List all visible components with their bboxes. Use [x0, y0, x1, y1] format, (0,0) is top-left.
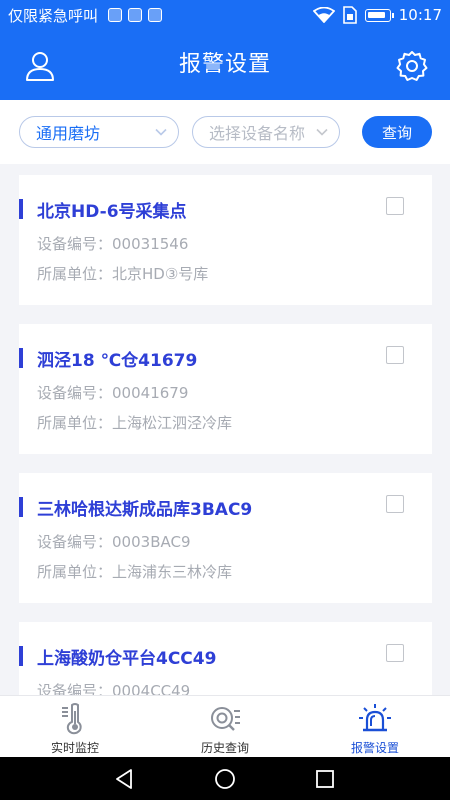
device-unit-row: 所属单位：上海浦东三林冷库: [37, 561, 232, 582]
device-unit-row: 所属单位：上海松江泗泾冷库: [37, 412, 232, 433]
status-left: 仅限紧急呼叫: [8, 5, 163, 26]
card-accent-bar: [19, 199, 23, 219]
app-notification-icon: [128, 8, 143, 22]
device-code-label: 设备编号：: [37, 235, 113, 253]
filter-bar: 通用磨坊 选择设备名称 查询: [0, 100, 450, 164]
device-unit-row: 所属单位：北京HD③号库: [37, 263, 208, 284]
device-card[interactable]: 北京HD-6号采集点 设备编号：00031546 所属单位：北京HD③号库: [19, 175, 432, 305]
device-name: 北京HD-6号采集点: [37, 202, 187, 222]
device-checkbox[interactable]: [386, 644, 404, 662]
alarm-light-icon: [359, 704, 391, 732]
app-header: 报警设置: [0, 30, 450, 100]
device-select-placeholder: 选择设备名称: [209, 124, 306, 143]
history-search-icon: [211, 707, 240, 731]
card-accent-bar: [19, 646, 23, 666]
gear-icon[interactable]: [396, 50, 428, 82]
device-name: 上海酸奶仓平台4CC49: [37, 649, 217, 669]
device-code: 00031546: [112, 235, 189, 253]
tab-label: 历史查询: [200, 741, 249, 755]
tab-label: 报警设置: [350, 741, 399, 755]
factory-select[interactable]: 通用磨坊: [19, 116, 179, 148]
device-unit: 上海松江泗泾冷库: [112, 414, 233, 432]
device-code-row: 设备编号：0004CC49: [37, 680, 190, 695]
device-card[interactable]: 泗泾18 ℃仓41679 设备编号：00041679 所属单位：上海松江泗泾冷库: [19, 324, 432, 454]
device-unit-label: 所属单位：: [37, 265, 113, 283]
bottom-tab-bar: 实时监控 历史查询 报警设置: [0, 695, 450, 757]
system-nav-bar: [0, 757, 450, 800]
card-accent-bar: [19, 348, 23, 368]
card-accent-bar: [19, 497, 23, 517]
device-unit-label: 所属单位：: [37, 563, 113, 581]
tab-label: 实时监控: [50, 741, 99, 755]
wifi-icon: [312, 7, 335, 23]
device-card[interactable]: 三林哈根达斯成品库3BAC9 设备编号：0003BAC9 所属单位：上海浦东三林…: [19, 473, 432, 603]
device-code: 0004CC49: [112, 682, 191, 695]
device-code: 00041679: [112, 384, 189, 402]
battery-icon: [364, 8, 394, 22]
device-code: 0003BAC9: [112, 533, 191, 551]
chevron-down-icon: [155, 128, 167, 136]
page-title: 报警设置: [178, 52, 271, 77]
device-checkbox[interactable]: [386, 197, 404, 215]
device-code-row: 设备编号：00031546: [37, 233, 188, 254]
carrier-text: 仅限紧急呼叫: [8, 6, 99, 25]
app-notification-icon-2: [148, 8, 163, 22]
device-checkbox[interactable]: [386, 495, 404, 513]
device-select[interactable]: 选择设备名称: [192, 116, 340, 148]
sim-icon: [342, 6, 357, 24]
device-code-label: 设备编号：: [37, 384, 113, 402]
clock-text: 10:17: [398, 6, 442, 24]
device-name: 泗泾18 ℃仓41679: [37, 351, 198, 371]
device-code-label: 设备编号：: [37, 533, 113, 551]
device-unit-label: 所属单位：: [37, 414, 113, 432]
device-name: 三林哈根达斯成品库3BAC9: [37, 500, 253, 520]
device-code-row: 设备编号：0003BAC9: [37, 531, 191, 552]
device-code-row: 设备编号：00041679: [37, 382, 188, 403]
query-button[interactable]: 查询: [362, 116, 432, 148]
device-unit: 北京HD③号库: [112, 265, 209, 283]
thermometer-icon: [62, 703, 82, 735]
tab-realtime-monitor[interactable]: 实时监控: [0, 696, 150, 757]
tab-history-query[interactable]: 历史查询: [150, 696, 300, 757]
device-card[interactable]: 上海酸奶仓平台4CC49 设备编号：0004CC49: [19, 622, 432, 695]
device-unit: 上海浦东三林冷库: [112, 563, 233, 581]
image-notification-icon: [108, 8, 123, 22]
device-code-label: 设备编号：: [37, 682, 113, 695]
recents-icon[interactable]: [314, 768, 336, 790]
back-icon[interactable]: [114, 768, 136, 790]
factory-select-value: 通用磨坊: [36, 124, 101, 143]
home-icon[interactable]: [214, 768, 236, 790]
device-checkbox[interactable]: [386, 346, 404, 364]
device-list[interactable]: 北京HD-6号采集点 设备编号：00031546 所属单位：北京HD③号库 泗泾…: [0, 164, 450, 695]
chevron-down-icon: [316, 128, 328, 136]
tab-alarm-settings[interactable]: 报警设置: [300, 696, 450, 757]
status-bar: 仅限紧急呼叫 10:17: [0, 0, 450, 30]
status-right: 10:17: [312, 6, 442, 24]
